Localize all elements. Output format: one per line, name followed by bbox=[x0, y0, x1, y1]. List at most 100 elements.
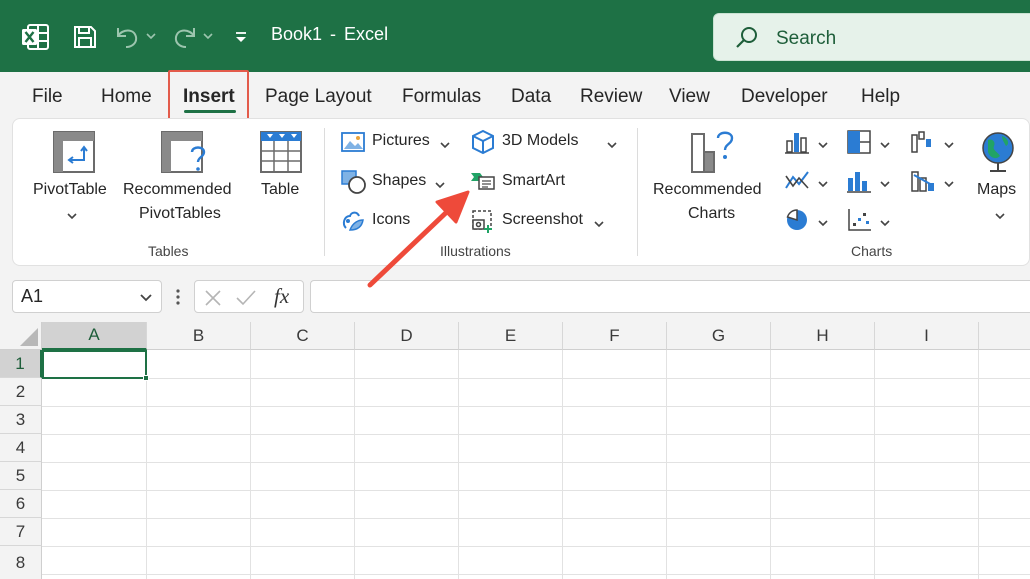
waterfall-chart-icon bbox=[910, 129, 936, 160]
formula-input[interactable] bbox=[310, 280, 1030, 313]
active-cell-a1[interactable] bbox=[42, 350, 147, 379]
undo-icon[interactable] bbox=[112, 22, 142, 52]
column-header-i[interactable]: I bbox=[875, 322, 979, 350]
cancel-x-icon[interactable] bbox=[203, 288, 223, 313]
name-box-dropdown-chevron-icon[interactable] bbox=[139, 291, 153, 309]
tab-developer[interactable]: Developer bbox=[741, 86, 828, 108]
line-chart-button[interactable] bbox=[784, 167, 830, 195]
insert-function-button[interactable]: fx bbox=[274, 284, 289, 309]
insert-tab-highlight-box bbox=[168, 70, 249, 121]
table-button[interactable]: Table bbox=[252, 126, 310, 230]
pictures-label: Pictures bbox=[372, 132, 430, 149]
tab-help[interactable]: Help bbox=[861, 86, 900, 108]
recommended-pivottables-label-line1: Recommended bbox=[123, 181, 232, 198]
column-header-h[interactable]: H bbox=[771, 322, 875, 350]
charts-group-label: Charts bbox=[851, 243, 893, 259]
maps-button[interactable]: Maps bbox=[972, 126, 1028, 230]
tab-formulas[interactable]: Formulas bbox=[402, 86, 481, 108]
row-header-3[interactable]: 3 bbox=[0, 406, 42, 434]
row-header-2[interactable]: 2 bbox=[0, 378, 42, 406]
tables-group-label: Tables bbox=[148, 243, 189, 259]
redo-dropdown-chevron-icon[interactable] bbox=[201, 28, 215, 44]
scatter-chart-icon bbox=[846, 207, 872, 238]
line-chart-icon bbox=[784, 168, 810, 199]
scatter-chart-button[interactable] bbox=[846, 206, 892, 234]
column-header-d[interactable]: D bbox=[355, 322, 459, 350]
table-label: Table bbox=[261, 181, 300, 198]
gridline bbox=[874, 350, 875, 579]
more-options-icon[interactable] bbox=[174, 287, 182, 307]
combo-chart-dropdown-chevron-icon bbox=[943, 176, 955, 194]
recommended-pivottables-button[interactable]: Recommended PivotTables bbox=[122, 126, 246, 230]
title-bar: Book1- Excel Search bbox=[0, 0, 1030, 72]
gridline bbox=[42, 546, 1030, 547]
row-header-8[interactable]: 8 bbox=[0, 546, 42, 579]
tab-page-layout[interactable]: Page Layout bbox=[265, 86, 372, 108]
formula-buttons: fx bbox=[194, 280, 304, 313]
tab-home[interactable]: Home bbox=[101, 86, 152, 108]
row-header-6[interactable]: 6 bbox=[0, 490, 42, 518]
column-header-g[interactable]: G bbox=[667, 322, 771, 350]
pivottable-button[interactable]: PivotTable bbox=[28, 126, 120, 230]
screenshot-label: Screenshot bbox=[502, 211, 583, 228]
undo-dropdown-chevron-icon[interactable] bbox=[144, 28, 158, 44]
3d-cube-icon bbox=[470, 129, 496, 160]
icons-button[interactable]: Icons bbox=[340, 206, 420, 234]
screenshot-icon bbox=[470, 208, 496, 239]
pivottable-dropdown-chevron-icon bbox=[66, 208, 78, 226]
row-header-1[interactable]: 1 bbox=[0, 350, 42, 378]
name-box[interactable]: A1 bbox=[12, 280, 162, 313]
tab-view[interactable]: View bbox=[669, 86, 710, 108]
shapes-button[interactable]: Shapes bbox=[340, 167, 450, 195]
recommended-pivottables-icon bbox=[160, 130, 210, 181]
row-header-5[interactable]: 5 bbox=[0, 462, 42, 490]
shapes-dropdown-chevron-icon bbox=[434, 177, 446, 195]
screenshot-button[interactable]: Screenshot bbox=[470, 206, 610, 234]
row-header-4[interactable]: 4 bbox=[0, 434, 42, 462]
tab-data[interactable]: Data bbox=[511, 86, 551, 108]
tab-file[interactable]: File bbox=[32, 86, 63, 108]
title-separator: - bbox=[330, 24, 337, 44]
statistic-chart-dropdown-chevron-icon bbox=[879, 176, 891, 194]
pictures-icon bbox=[340, 130, 366, 159]
statistic-chart-icon bbox=[846, 168, 872, 199]
pie-chart-button[interactable] bbox=[784, 206, 830, 234]
combo-chart-button[interactable] bbox=[910, 167, 956, 195]
column-header-partial[interactable] bbox=[979, 322, 1030, 350]
customize-toolbar-icon[interactable] bbox=[230, 26, 252, 48]
column-header-f[interactable]: F bbox=[563, 322, 667, 350]
redo-icon[interactable] bbox=[170, 22, 200, 52]
column-header-b[interactable]: B bbox=[147, 322, 251, 350]
recommended-charts-button[interactable]: Recommended Charts bbox=[650, 126, 774, 230]
ribbon-group-divider bbox=[324, 128, 325, 256]
column-header-a[interactable]: A bbox=[42, 322, 147, 350]
hierarchy-chart-button[interactable] bbox=[846, 128, 892, 156]
tab-review[interactable]: Review bbox=[580, 86, 642, 108]
fill-handle[interactable] bbox=[143, 375, 149, 381]
3d-models-button[interactable]: 3D Models bbox=[470, 128, 622, 156]
save-icon[interactable] bbox=[70, 22, 100, 52]
column-chart-button[interactable] bbox=[784, 128, 830, 156]
shapes-label: Shapes bbox=[372, 172, 427, 189]
pivottable-icon bbox=[52, 130, 96, 179]
gridline bbox=[42, 518, 1030, 519]
gridline bbox=[146, 350, 147, 579]
worksheet-grid[interactable] bbox=[0, 322, 1030, 579]
recommended-charts-label-line2: Charts bbox=[688, 205, 736, 222]
waterfall-chart-button[interactable] bbox=[910, 128, 956, 156]
enter-check-icon[interactable] bbox=[235, 288, 257, 313]
row-header-7[interactable]: 7 bbox=[0, 518, 42, 546]
select-all-corner[interactable] bbox=[0, 322, 42, 350]
column-header-e[interactable]: E bbox=[459, 322, 563, 350]
smartart-button[interactable]: SmartArt bbox=[470, 167, 580, 195]
column-header-c[interactable]: C bbox=[251, 322, 355, 350]
recommended-pivottables-label-line2: PivotTables bbox=[139, 205, 221, 222]
pictures-button[interactable]: Pictures bbox=[340, 128, 458, 156]
shapes-icon bbox=[340, 169, 368, 200]
search-box[interactable]: Search bbox=[713, 13, 1030, 61]
ribbon-group-divider bbox=[637, 128, 638, 256]
gridline bbox=[458, 350, 459, 579]
search-icon bbox=[734, 25, 760, 56]
gridline bbox=[42, 490, 1030, 491]
statistic-chart-button[interactable] bbox=[846, 167, 892, 195]
